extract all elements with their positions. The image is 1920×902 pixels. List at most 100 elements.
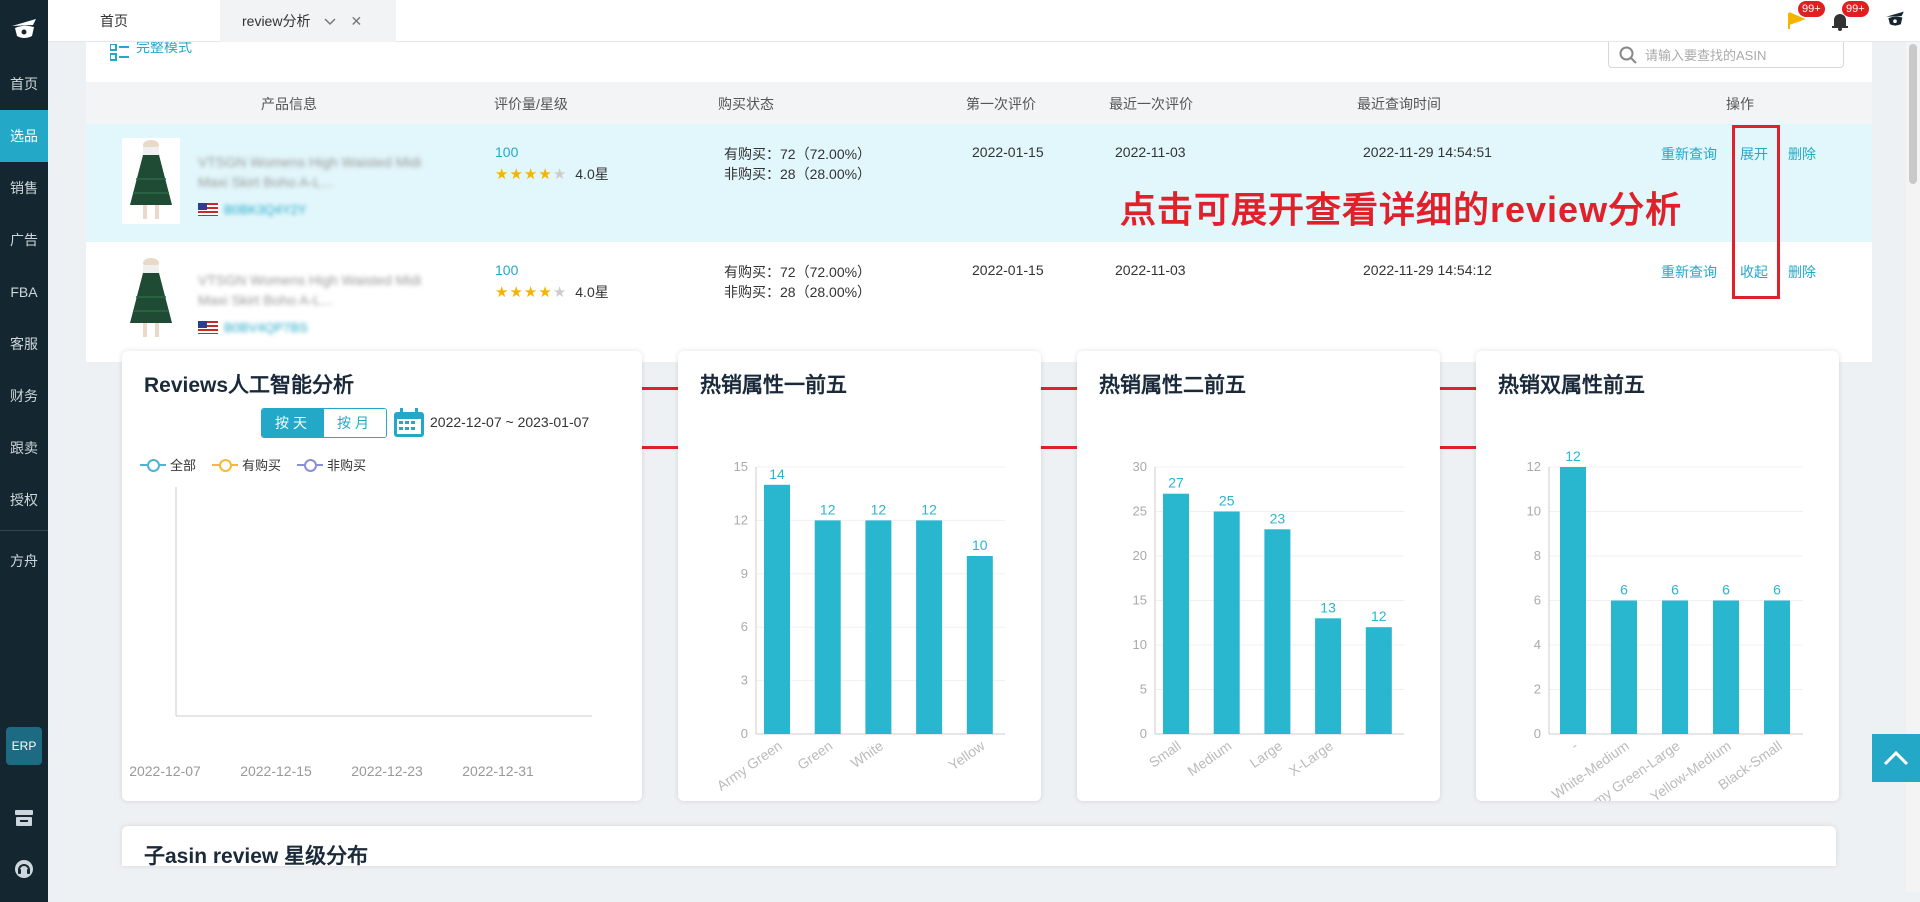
page-bottom-strip bbox=[48, 885, 1920, 902]
sidebar-item-0[interactable]: 首页 bbox=[0, 58, 48, 110]
star-icon: ★ bbox=[495, 166, 509, 183]
x-tick-label: - bbox=[1568, 737, 1581, 753]
scrollbar-thumb[interactable] bbox=[1909, 44, 1917, 184]
date-range-picker[interactable]: 2022-12-07 ~ 2023-01-07 bbox=[430, 414, 589, 430]
product-thumbnail[interactable] bbox=[122, 138, 180, 224]
tab-review-analysis[interactable]: review分析 ✕ bbox=[220, 0, 396, 42]
x-tick-label: Green bbox=[794, 737, 835, 772]
bar-value-label: 12 bbox=[820, 501, 836, 517]
sidebar-item-1[interactable]: 选品 bbox=[0, 110, 48, 162]
product-thumbnail[interactable] bbox=[122, 256, 180, 342]
attr2-card: 热销属性二前五 0 5 10 15 20 25 30 27 Small 25 Medium 23 Lar… bbox=[1077, 351, 1440, 801]
bar bbox=[1365, 627, 1392, 734]
dual-attr-card: 热销双属性前五 0 2 4 6 8 10 12 12-6 White-Medium 6 Army G… bbox=[1476, 351, 1839, 801]
y-tick-label: 2 bbox=[1534, 682, 1541, 697]
y-tick-label: 4 bbox=[1534, 637, 1541, 652]
legend-verified[interactable]: 有购买 bbox=[212, 455, 281, 474]
legend-unverified[interactable]: 非购买 bbox=[297, 455, 366, 474]
asin-info: B0BK3Q4Y2Y bbox=[198, 202, 306, 217]
calendar-icon[interactable] bbox=[393, 408, 425, 443]
pirate-hat-icon bbox=[12, 19, 36, 38]
y-tick-label: 10 bbox=[1133, 637, 1147, 652]
tab-home[interactable]: 首页 bbox=[100, 0, 128, 42]
asin-code[interactable]: B0BV4QP7BS bbox=[224, 320, 308, 335]
chevron-up-icon bbox=[1883, 750, 1909, 766]
unverified-purchase: 非购买：28（28.00%） bbox=[724, 166, 872, 182]
requery-button[interactable]: 重新查询 bbox=[1661, 144, 1717, 164]
pirate-hat-icon bbox=[1886, 11, 1904, 26]
review-count[interactable]: 100 bbox=[495, 262, 518, 278]
star-icon: ★ bbox=[509, 284, 523, 301]
erp-button[interactable]: ERP bbox=[6, 727, 42, 765]
logo[interactable] bbox=[0, 0, 48, 58]
bar-value-label: 23 bbox=[1270, 510, 1286, 526]
bar bbox=[966, 556, 993, 734]
list-mode-icon bbox=[110, 44, 129, 61]
asin-search-input[interactable]: 请输入要查找的ASIN bbox=[1608, 42, 1844, 68]
full-mode-toggle[interactable]: 完整模式 bbox=[110, 42, 192, 64]
user-avatar[interactable] bbox=[1884, 8, 1906, 35]
sidebar-item-label: 财务 bbox=[10, 388, 38, 404]
star-icon: ★ bbox=[538, 166, 552, 183]
bar-value-label: 13 bbox=[1320, 599, 1336, 615]
sidebar-item-3[interactable]: 广告 bbox=[0, 214, 48, 266]
y-tick-label: 30 bbox=[1133, 459, 1147, 474]
notice-button[interactable]: 99+ bbox=[1786, 0, 1825, 42]
product-title[interactable]: VTSGN Womens High Waisted Midi Maxi Skir… bbox=[198, 270, 454, 310]
bar bbox=[814, 520, 841, 734]
headset-icon[interactable] bbox=[12, 857, 36, 881]
x-tick-label: 2022-12-23 bbox=[351, 763, 423, 779]
bar-value-label: 14 bbox=[769, 466, 785, 482]
bar bbox=[1560, 467, 1586, 734]
legend-all[interactable]: 全部 bbox=[140, 455, 196, 474]
bar bbox=[1611, 600, 1637, 734]
chevron-down-icon[interactable] bbox=[324, 13, 336, 29]
product-title[interactable]: VTSGN Womens High Waisted Midi Maxi Skir… bbox=[198, 152, 454, 192]
purchase-status: 有购买：72（72.00%） 非购买：28（28.00%） bbox=[724, 144, 871, 184]
table-header: 产品信息 评价量/星级 购买状态 第一次评价 最近一次评价 最近查询时间 操作 bbox=[86, 82, 1872, 124]
shop-icon[interactable] bbox=[12, 806, 36, 830]
sidebar-item-6[interactable]: 财务 bbox=[0, 370, 48, 422]
table-row: VTSGN Womens High Waisted Midi Maxi Skir… bbox=[86, 242, 1872, 360]
close-icon[interactable]: ✕ bbox=[350, 13, 362, 30]
notification-button[interactable]: 99+ bbox=[1830, 0, 1870, 42]
first-review-date: 2022-01-15 bbox=[972, 262, 1044, 278]
by-month-button[interactable]: 按月 bbox=[324, 409, 386, 437]
us-flag-icon bbox=[198, 321, 218, 334]
toggle-callout-box bbox=[1732, 125, 1780, 299]
us-flag-icon bbox=[198, 203, 218, 216]
sidebar-item-4[interactable]: FBA bbox=[0, 266, 48, 318]
sidebar-item-8[interactable]: 授权 bbox=[0, 474, 48, 526]
y-tick-label: 12 bbox=[1527, 459, 1541, 474]
by-day-button[interactable]: 按天 bbox=[262, 409, 324, 437]
y-tick-label: 6 bbox=[1534, 593, 1541, 608]
sidebar-item-2[interactable]: 销售 bbox=[0, 162, 48, 214]
y-tick-label: 6 bbox=[741, 619, 748, 634]
bar bbox=[764, 484, 790, 734]
sidebar-item-label: 客服 bbox=[10, 336, 38, 352]
search-icon bbox=[1619, 46, 1637, 64]
sidebar-item-7[interactable]: 跟卖 bbox=[0, 422, 48, 474]
sidebar-item-label: 首页 bbox=[10, 76, 38, 92]
y-tick-label: 25 bbox=[1133, 504, 1147, 519]
child-asin-star-card: 子asin review 星级分布 bbox=[122, 826, 1836, 868]
review-count[interactable]: 100 bbox=[495, 144, 518, 160]
x-tick-label: 2022-12-31 bbox=[462, 763, 534, 779]
delete-button[interactable]: 删除 bbox=[1788, 144, 1816, 164]
tab-home-label: 首页 bbox=[100, 13, 128, 29]
bar bbox=[916, 520, 943, 734]
requery-button[interactable]: 重新查询 bbox=[1661, 262, 1717, 282]
ai-analysis-title: Reviews人工智能分析 bbox=[144, 374, 355, 397]
y-tick-label: 15 bbox=[734, 459, 748, 474]
sidebar-item-5[interactable]: 客服 bbox=[0, 318, 48, 370]
asin-info: B0BV4QP7BS bbox=[198, 320, 308, 335]
asin-code[interactable]: B0BK3Q4Y2Y bbox=[224, 202, 306, 217]
bar-value-label: 6 bbox=[1773, 582, 1781, 598]
attr1-card: 热销属性一前五 0 3 6 9 12 15 14 Army Green 12 Green 12 Whi… bbox=[678, 351, 1041, 801]
star-rating: ★ ★ ★ ★ ★ 4.0星 bbox=[495, 164, 609, 184]
y-tick-label: 8 bbox=[1534, 548, 1541, 563]
sidebar-item-label: 跟卖 bbox=[10, 440, 38, 456]
sidebar-item-9[interactable]: 方舟 bbox=[0, 535, 48, 587]
back-to-top-button[interactable] bbox=[1872, 734, 1920, 782]
delete-button[interactable]: 删除 bbox=[1788, 262, 1816, 282]
